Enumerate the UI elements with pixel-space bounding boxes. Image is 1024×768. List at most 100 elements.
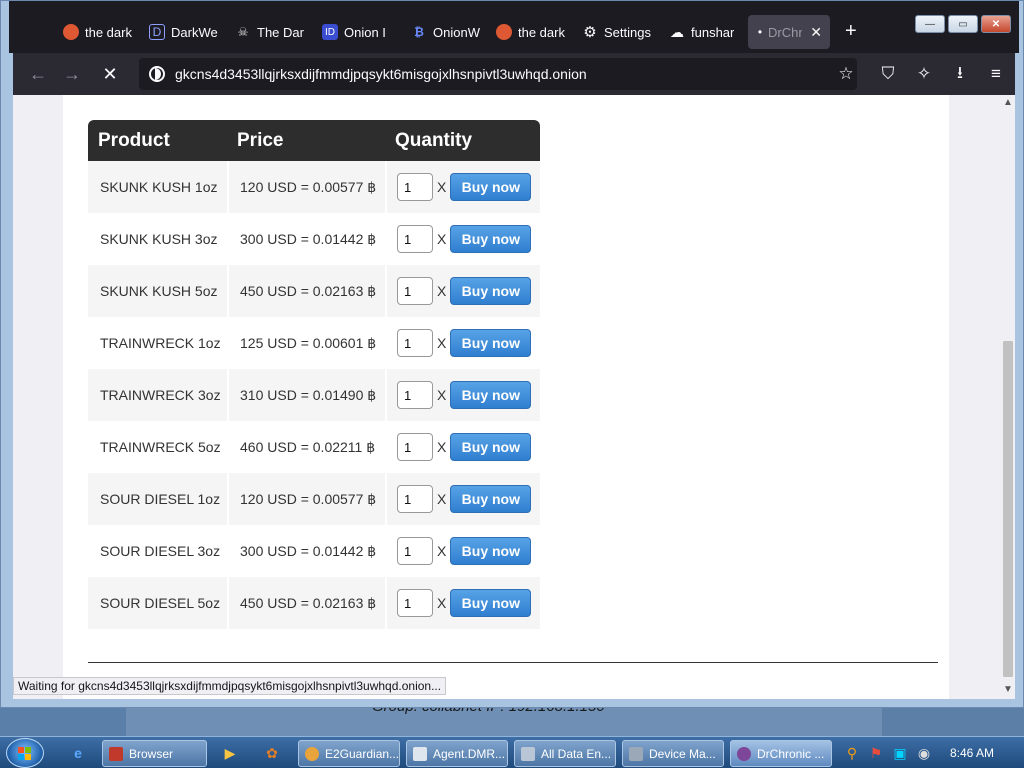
quantity-cell: 1 X Buy now	[387, 317, 540, 369]
back-arrow-icon[interactable]: ←	[27, 63, 49, 85]
bookmark-star-icon[interactable]: ☆	[835, 63, 857, 85]
tab-6[interactable]: ⚙ Settings	[582, 15, 662, 49]
quantity-input[interactable]: 1	[397, 485, 433, 513]
table-row: SOUR DIESEL 3oz 300 USD = 0.01442 ฿ 1 X …	[88, 525, 540, 577]
buy-now-button[interactable]: Buy now	[450, 589, 532, 617]
tab-1[interactable]: D DarkWe	[149, 15, 223, 49]
paint-icon[interactable]: ✿	[262, 743, 282, 763]
price-cell: 450 USD = 0.02163 ฿	[229, 577, 385, 629]
quantity-input[interactable]: 1	[397, 589, 433, 617]
quantity-cell: 1 X Buy now	[387, 161, 540, 213]
product-cell: SOUR DIESEL 5oz	[88, 577, 227, 629]
quantity-cell: 1 X Buy now	[387, 265, 540, 317]
volume-tray-icon[interactable]: ◉	[914, 743, 934, 763]
maximize-button[interactable]: ▭	[948, 15, 978, 33]
quantity-input[interactable]: 1	[397, 433, 433, 461]
vertical-scrollbar[interactable]: ▲ ▼	[1001, 95, 1015, 699]
flag-tray-icon[interactable]: ⚑	[866, 743, 886, 763]
product-cell: SOUR DIESEL 3oz	[88, 525, 227, 577]
tab-0[interactable]: the dark	[63, 15, 137, 49]
buy-now-button[interactable]: Buy now	[450, 537, 532, 565]
status-bar: Waiting for gkcns4d3453llqjrksxdijfmmdjp…	[13, 677, 447, 695]
tab-4[interactable]: ₿ OnionW	[411, 15, 485, 49]
tab-bar: the dark D DarkWe ☠ The Dar ID Onion I ₿…	[9, 1, 1019, 53]
taskbar: e Browser ▶ ✿ E2Guardian... Agent.DMR...…	[0, 736, 1024, 768]
internet-explorer-icon[interactable]: e	[68, 743, 88, 763]
windows-logo-icon	[18, 747, 32, 760]
taskbar-item-e2guardian[interactable]: E2Guardian...	[298, 740, 400, 767]
minimize-button[interactable]: —	[915, 15, 945, 33]
product-cell: TRAINWRECK 5oz	[88, 421, 227, 473]
product-cell: TRAINWRECK 3oz	[88, 369, 227, 421]
tab-8[interactable]: • DrChr ✕	[748, 15, 830, 49]
scroll-down-icon[interactable]: ▼	[1003, 684, 1013, 695]
new-tab-button[interactable]: +	[845, 21, 857, 41]
price-cell: 300 USD = 0.01442 ฿	[229, 213, 385, 265]
quantity-input[interactable]: 1	[397, 537, 433, 565]
table-row: TRAINWRECK 3oz 310 USD = 0.01490 ฿ 1 X B…	[88, 369, 540, 421]
header-quantity: Quantity	[395, 129, 473, 151]
taskbar-item-label: Agent.DMR...	[433, 746, 506, 761]
taskbar-item-drchronic[interactable]: DrChronic ...	[730, 740, 832, 767]
tab-2[interactable]: ☠ The Dar	[235, 15, 309, 49]
taskbar-item-browser[interactable]: Browser	[102, 740, 207, 767]
tab-5[interactable]: the dark	[496, 15, 570, 49]
buy-now-button[interactable]: Buy now	[450, 329, 532, 357]
times-label: X	[437, 543, 447, 559]
quantity-input[interactable]: 1	[397, 173, 433, 201]
tab-label: funshar	[691, 24, 735, 40]
stop-loading-icon[interactable]: ✕	[99, 63, 121, 85]
close-tab-icon[interactable]: ✕	[810, 24, 822, 41]
product-cell: SKUNK KUSH 5oz	[88, 265, 227, 317]
product-cell: TRAINWRECK 1oz	[88, 317, 227, 369]
buy-now-button[interactable]: Buy now	[450, 173, 532, 201]
network-tray-icon[interactable]: ▣	[890, 743, 910, 763]
scroll-thumb[interactable]	[1003, 341, 1013, 677]
quantity-input[interactable]: 1	[397, 381, 433, 409]
buy-now-button[interactable]: Buy now	[450, 277, 532, 305]
buy-now-button[interactable]: Buy now	[450, 433, 532, 461]
quantity-cell: 1 X Buy now	[387, 577, 540, 629]
device-manager-icon	[629, 746, 643, 761]
quantity-input[interactable]: 1	[397, 277, 433, 305]
taskbar-item-agent[interactable]: Agent.DMR...	[406, 740, 508, 767]
quantity-input[interactable]: 1	[397, 225, 433, 253]
taskbar-item-all-data[interactable]: All Data En...	[514, 740, 616, 767]
onion-id-icon: ID	[322, 24, 338, 40]
tab-label: Onion I	[344, 24, 386, 40]
tab-7[interactable]: ☁ funshar	[669, 15, 743, 49]
start-button[interactable]	[6, 738, 44, 768]
shield-icon[interactable]: ⛉	[877, 63, 899, 85]
tab-label: DarkWe	[171, 24, 218, 40]
tor-icon	[737, 746, 751, 761]
skull-icon: ☠	[237, 25, 249, 39]
buy-now-button[interactable]: Buy now	[450, 485, 532, 513]
taskbar-item-label: DrChronic ...	[757, 746, 825, 761]
gear-icon: ⚙	[583, 24, 597, 41]
url-bar[interactable]: gkcns4d3453llqjrksxdijfmmdjpqsykt6misgoj…	[139, 58, 857, 90]
menu-icon[interactable]: ≡	[985, 63, 1007, 85]
times-label: X	[437, 179, 447, 195]
download-icon[interactable]: ⭳	[949, 63, 971, 85]
quantity-cell: 1 X Buy now	[387, 369, 540, 421]
close-button[interactable]: ✕	[981, 15, 1011, 33]
horizontal-divider	[88, 662, 938, 663]
tab-label: the dark	[85, 24, 132, 40]
search-tray-icon[interactable]: ⚲	[842, 743, 862, 763]
new-identity-icon[interactable]: ✧	[913, 63, 935, 85]
tab-3[interactable]: ID Onion I	[322, 15, 396, 49]
table-row: SOUR DIESEL 1oz 120 USD = 0.00577 ฿ 1 X …	[88, 473, 540, 525]
forward-arrow-icon[interactable]: →	[61, 63, 83, 85]
scroll-up-icon[interactable]: ▲	[1003, 97, 1013, 108]
buy-now-button[interactable]: Buy now	[450, 381, 532, 409]
agent-icon	[413, 746, 427, 761]
nav-bar: ← → ✕ gkcns4d3453llqjrksxdijfmmdjpqsykt6…	[13, 53, 1015, 95]
times-label: X	[437, 491, 447, 507]
url-text: gkcns4d3453llqjrksxdijfmmdjpqsykt6misgoj…	[175, 66, 587, 82]
media-player-icon[interactable]: ▶	[220, 743, 240, 763]
buy-now-button[interactable]: Buy now	[450, 225, 532, 253]
cloud-icon: ☁	[670, 23, 684, 40]
quantity-input[interactable]: 1	[397, 329, 433, 357]
page-content: Product Price Quantity SKUNK KUSH 1oz 12…	[13, 95, 1015, 699]
taskbar-item-device-manager[interactable]: Device Ma...	[622, 740, 724, 767]
